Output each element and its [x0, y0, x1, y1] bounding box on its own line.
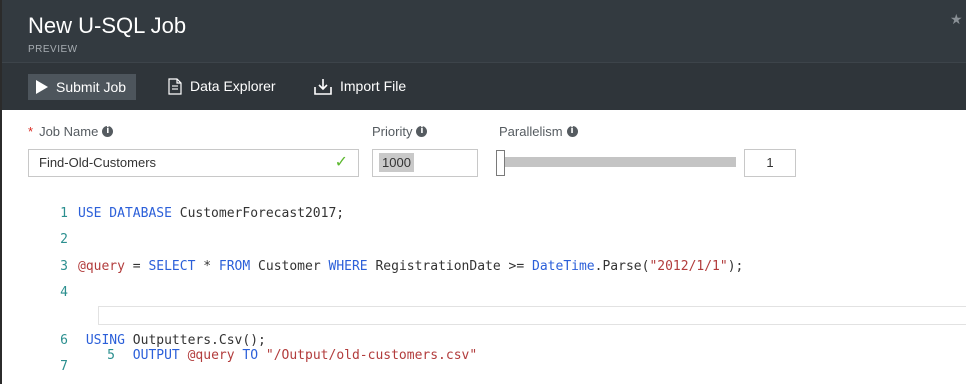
job-name-label: * Job Name i — [28, 124, 114, 139]
code-text: USING Outputters.Csv(); — [85, 333, 266, 348]
priority-label-text: Priority — [372, 124, 413, 139]
download-icon — [314, 78, 332, 95]
code-line: 4 — [28, 283, 78, 303]
line-number: 7 — [60, 359, 68, 374]
blade-header: New U-SQL Job PREVIEW ★ — [2, 0, 966, 62]
toolbar: Submit Job Data Explorer Import File — [2, 62, 966, 110]
submit-job-button[interactable]: Submit Job — [28, 74, 137, 100]
info-icon[interactable]: i — [102, 126, 114, 137]
data-explorer-button[interactable]: Data Explorer — [168, 73, 276, 99]
code-line: 6 USING Outputters.Csv(); — [28, 331, 266, 351]
data-explorer-label: Data Explorer — [190, 78, 276, 94]
job-name-label-text: Job Name — [39, 124, 99, 139]
code-editor[interactable]: 1 USE DATABASE CustomerForecast2017; 2 3 @… — [28, 200, 966, 384]
blade-title: New U-SQL Job — [28, 13, 187, 38]
play-icon — [36, 80, 48, 94]
required-marker: * — [28, 124, 34, 139]
info-icon[interactable]: i — [566, 126, 578, 137]
current-line-highlight — [98, 306, 966, 325]
parallelism-slider-thumb[interactable] — [496, 150, 505, 176]
line-number: 1 — [60, 206, 68, 221]
code-text: USE DATABASE CustomerForecast2017; — [78, 206, 345, 221]
info-icon[interactable]: i — [416, 126, 428, 137]
code-line: 2 — [28, 230, 78, 250]
job-blade: New U-SQL Job PREVIEW ★ Submit Job Data … — [0, 0, 966, 384]
checkmark-icon: ✓ — [334, 154, 348, 171]
job-name-field[interactable]: Find-Old-Customers ✓ — [28, 149, 359, 177]
line-number: 6 — [60, 333, 68, 348]
parallelism-label: Parallelism i — [499, 124, 578, 139]
parallelism-field[interactable]: 1 — [744, 149, 796, 177]
code-text: @query = SELECT * FROM Customer WHERE Re… — [78, 259, 744, 274]
priority-value: 1000 — [379, 153, 414, 172]
line-number: 2 — [60, 232, 68, 247]
job-name-value: Find-Old-Customers — [39, 155, 157, 170]
code-line: 7 — [28, 357, 78, 377]
line-number: 3 — [60, 259, 68, 274]
parallelism-value: 1 — [766, 155, 774, 170]
import-file-button[interactable]: Import File — [314, 73, 406, 99]
pin-icon[interactable]: ★ — [950, 12, 964, 26]
code-line-active: 5 OUTPUT @query TO "/Output/old-customer… — [28, 306, 966, 363]
line-number: 4 — [60, 285, 68, 300]
import-file-label: Import File — [340, 78, 407, 94]
parallelism-label-text: Parallelism — [499, 124, 563, 139]
priority-label: Priority i — [372, 124, 428, 139]
submit-job-label: Submit Job — [56, 79, 127, 95]
code-line: 1 USE DATABASE CustomerForecast2017; — [28, 204, 344, 224]
parallelism-slider-track[interactable] — [499, 157, 736, 167]
priority-field[interactable]: 1000 — [372, 149, 478, 177]
code-line: 3 @query = SELECT * FROM Customer WHERE R… — [28, 257, 743, 277]
blade-subtitle: PREVIEW — [28, 44, 78, 55]
document-icon — [168, 77, 182, 95]
